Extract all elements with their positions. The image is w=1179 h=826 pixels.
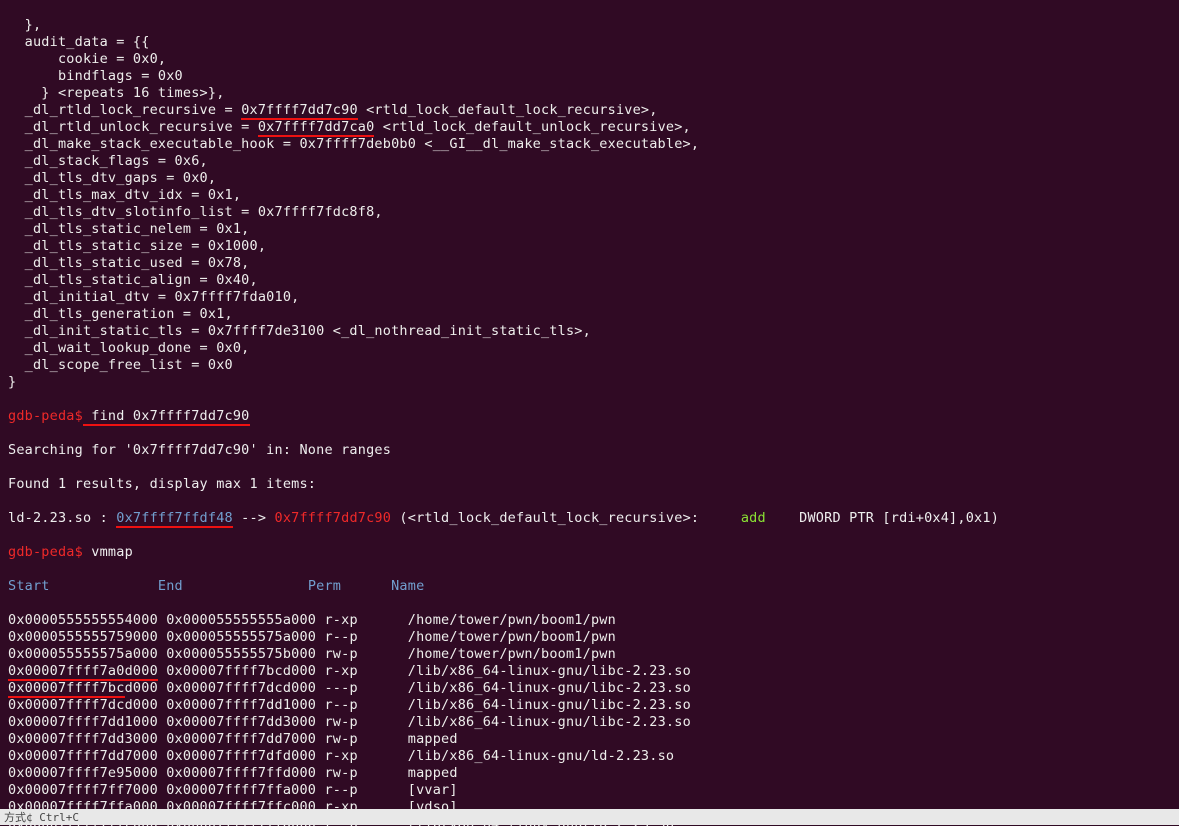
vmmap-name: mapped — [408, 731, 458, 747]
vmmap-perm: r--p — [316, 697, 408, 713]
vmmap-start: 0x00007ffff7a0d000 — [8, 663, 158, 681]
vmmap-row: 0x00007ffff7a0d000 0x00007ffff7bcd000 r-… — [8, 663, 1171, 680]
vmmap-name: /lib/x86_64-linux-gnu/libc-2.23.so — [408, 714, 691, 730]
vmmap-name: /home/tower/pwn/boom1/pwn — [408, 629, 616, 645]
vmmap-row: 0x000055555575a000 0x000055555575b000 rw… — [8, 646, 1171, 663]
vmmap-perm: rw-p — [316, 731, 408, 747]
vmmap-start: 0x00007ffff7dd3000 — [8, 731, 158, 747]
lock-addr: 0x7ffff7dd7c90 — [241, 102, 358, 120]
found-mnemonic: add — [741, 510, 766, 526]
vmmap-row: 0x00007ffff7dd7000 0x00007ffff7dfd000 r-… — [8, 748, 1171, 765]
vmmap-row: 0x0000555555554000 0x000055555555a000 r-… — [8, 612, 1171, 629]
searching-text: Searching for '0x7ffff7dd7c90' in: None … — [8, 442, 1171, 459]
dump-line: _dl_initial_dtv = 0x7ffff7fda010, — [8, 289, 1171, 306]
dump-line: cookie = 0x0, — [8, 51, 1171, 68]
dump-line: _dl_tls_dtv_gaps = 0x0, — [8, 170, 1171, 187]
vmmap-end: 0x00007ffff7dfd000 — [158, 748, 316, 764]
vmmap-row: 0x00007ffff7dd3000 0x00007ffff7dd7000 rw… — [8, 731, 1171, 748]
dump-line: }, — [8, 17, 1171, 34]
found-address-1: 0x7ffff7ffdf48 — [116, 510, 233, 528]
vmmap-name: /home/tower/pwn/boom1/pwn — [408, 612, 616, 628]
vmmap-perm: ---p — [316, 680, 408, 696]
vmmap-start: 0x00007ffff7dcd000 — [8, 697, 158, 713]
dump-line: _dl_tls_generation = 0x1, — [8, 306, 1171, 323]
dump-line: } — [8, 374, 1171, 391]
found-symbol: (<rtld_lock_default_lock_recursive>: — [391, 510, 741, 526]
terminal-output[interactable]: }, audit_data = {{ cookie = 0x0, bindfla… — [0, 0, 1179, 826]
vmmap-start: 0x000055555575a000 — [8, 646, 158, 662]
vmmap-header-perm: Perm — [308, 578, 391, 594]
vmmap-row: 0x00007ffff7ff7000 0x00007ffff7ffa000 r-… — [8, 782, 1171, 799]
vmmap-start: 0x00007ffff7ff7000 — [8, 782, 158, 798]
vmmap-end: 0x00007ffff7dd3000 — [158, 714, 316, 730]
found-address-2: 0x7ffff7dd7c90 — [275, 510, 392, 526]
vmmap-start: 0x0000555555554000 — [8, 612, 158, 628]
dump-line: } <repeats 16 times>}, — [8, 85, 1171, 102]
dump-line: audit_data = {{ — [8, 34, 1171, 51]
dump-line: _dl_init_static_tls = 0x7ffff7de3100 <_d… — [8, 323, 1171, 340]
vmmap-end: 0x000055555575b000 — [158, 646, 316, 662]
gdb-prompt: gdb-peda$ — [8, 408, 83, 424]
dump-line: _dl_wait_lookup_done = 0x0, — [8, 340, 1171, 357]
vmmap-end: 0x00007ffff7bcd000 — [158, 663, 316, 679]
vmmap-name: [vvar] — [408, 782, 458, 798]
vmmap-header-start: Start — [8, 578, 158, 594]
unlock-addr: 0x7ffff7dd7ca0 — [258, 119, 375, 137]
status-bar: 方式¢ Ctrl+C — [0, 809, 1179, 825]
arrow: --> — [233, 510, 275, 526]
vmmap-row: 0x00007ffff7dd1000 0x00007ffff7dd3000 rw… — [8, 714, 1171, 731]
vmmap-perm: rw-p — [316, 714, 408, 730]
vmmap-row: 0x00007ffff7bcd000 0x00007ffff7dcd000 --… — [8, 680, 1171, 697]
vmmap-end: 0x000055555575a000 — [158, 629, 316, 645]
dump-line: _dl_tls_static_size = 0x1000, — [8, 238, 1171, 255]
dump-line: _dl_stack_flags = 0x6, — [8, 153, 1171, 170]
dump-line: bindflags = 0x0 — [8, 68, 1171, 85]
vmmap-end: 0x00007ffff7ffa000 — [158, 782, 316, 798]
vmmap-name: /lib/x86_64-linux-gnu/libc-2.23.so — [408, 663, 691, 679]
dump-line: _dl_rtld_unlock_recursive = 0x7ffff7dd7c… — [8, 119, 1171, 136]
vmmap-start: 0x00007ffff7dd1000 — [8, 714, 158, 730]
vmmap-row: 0x00007ffff7e95000 0x00007ffff7ffd000 rw… — [8, 765, 1171, 782]
vmmap-perm: r--p — [316, 782, 408, 798]
dump-line: _dl_tls_max_dtv_idx = 0x1, — [8, 187, 1171, 204]
vmmap-header-end: End — [158, 578, 308, 594]
vmmap-row: 0x0000555555759000 0x000055555575a000 r-… — [8, 629, 1171, 646]
vmmap-perm: rw-p — [316, 765, 408, 781]
found-text: Found 1 results, display max 1 items: — [8, 476, 1171, 493]
dump-line: _dl_make_stack_executable_hook = 0x7ffff… — [8, 136, 1171, 153]
dump-line: _dl_tls_static_nelem = 0x1, — [8, 221, 1171, 238]
dump-line: _dl_scope_free_list = 0x0 — [8, 357, 1171, 374]
dump-line: _dl_rtld_lock_recursive = 0x7ffff7dd7c90… — [8, 102, 1171, 119]
find-command: find 0x7ffff7dd7c90 — [83, 408, 250, 426]
vmmap-name: /lib/x86_64-linux-gnu/libc-2.23.so — [408, 697, 691, 713]
vmmap-perm: rw-p — [316, 646, 408, 662]
vmmap-end: 0x00007ffff7dcd000 — [158, 680, 316, 696]
vmmap-name: mapped — [408, 765, 458, 781]
vmmap-header-name: Name — [391, 578, 424, 594]
gdb-prompt: gdb-peda$ — [8, 544, 83, 560]
vmmap-start: 0x0000555555759000 — [8, 629, 158, 645]
vmmap-start: 0x00007ffff7dd7000 — [8, 748, 158, 764]
dump-line: _dl_tls_static_used = 0x78, — [8, 255, 1171, 272]
vmmap-name: /home/tower/pwn/boom1/pwn — [408, 646, 616, 662]
vmmap-perm: r-xp — [316, 663, 408, 679]
vmmap-name: /lib/x86_64-linux-gnu/libc-2.23.so — [408, 680, 691, 696]
dump-line: _dl_tls_dtv_slotinfo_list = 0x7ffff7fdc8… — [8, 204, 1171, 221]
vmmap-perm: r--p — [316, 629, 408, 645]
found-operands: DWORD PTR [rdi+0x4],0x1) — [766, 510, 999, 526]
vmmap-end: 0x000055555555a000 — [158, 612, 316, 628]
vmmap-name: /lib/x86_64-linux-gnu/ld-2.23.so — [408, 748, 675, 764]
vmmap-command: vmmap — [83, 544, 133, 560]
dump-line: _dl_tls_static_align = 0x40, — [8, 272, 1171, 289]
vmmap-end: 0x00007ffff7ffd000 — [158, 765, 316, 781]
vmmap-end: 0x00007ffff7dd1000 — [158, 697, 316, 713]
vmmap-perm: r-xp — [316, 748, 408, 764]
find-so-label: ld-2.23.so : — [8, 510, 116, 526]
vmmap-row: 0x00007ffff7dcd000 0x00007ffff7dd1000 r-… — [8, 697, 1171, 714]
vmmap-perm: r-xp — [316, 612, 408, 628]
vmmap-start: 0x00007ffff7e95000 — [8, 765, 158, 781]
vmmap-end: 0x00007ffff7dd7000 — [158, 731, 316, 747]
